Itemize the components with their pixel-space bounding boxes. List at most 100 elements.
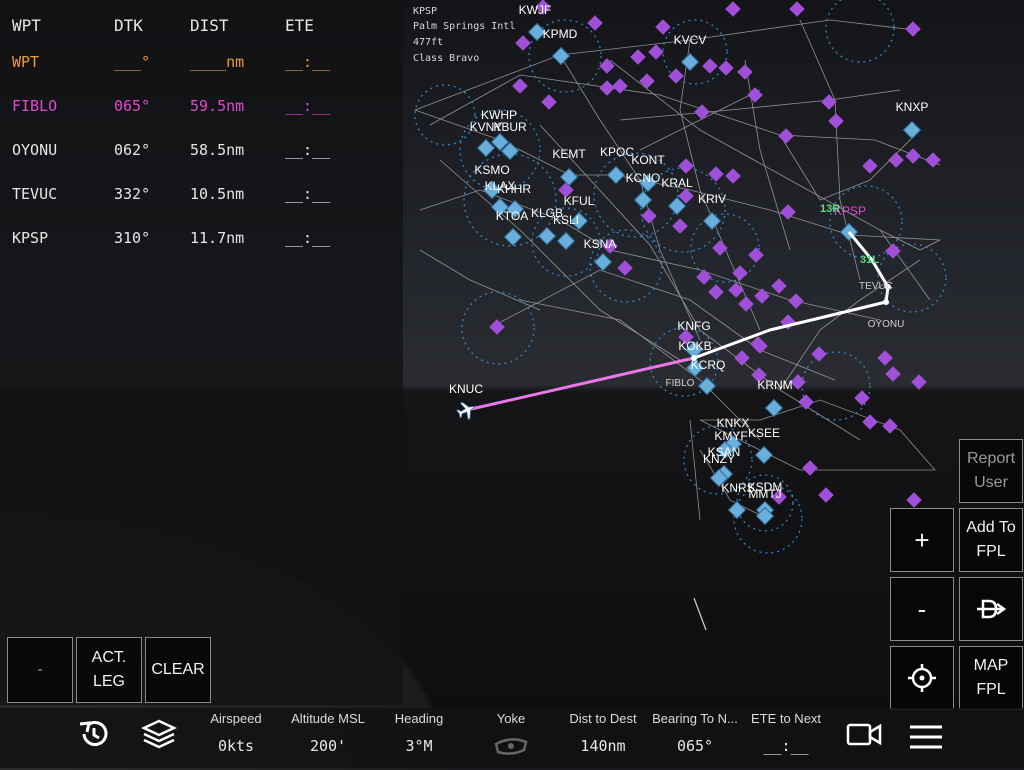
- remove-waypoint-button[interactable]: -: [7, 637, 73, 703]
- reset-icon[interactable]: [76, 716, 112, 752]
- navaid-marker[interactable]: [655, 19, 671, 35]
- navaid-marker[interactable]: [718, 60, 734, 76]
- navaid-marker[interactable]: [489, 319, 505, 335]
- navaid-marker[interactable]: [821, 94, 837, 110]
- navaid-marker[interactable]: [771, 278, 787, 294]
- heading-readout: Heading 3°M: [384, 708, 454, 768]
- navaid-marker[interactable]: [854, 390, 870, 406]
- layers-icon[interactable]: [140, 716, 178, 752]
- airport-marker[interactable]: [764, 398, 784, 418]
- yoke-button[interactable]: Yoke: [478, 708, 544, 768]
- airport-label: KRNM: [757, 378, 792, 392]
- menu-icon[interactable]: [908, 723, 944, 751]
- activate-leg-button[interactable]: ACT. LEG: [76, 637, 142, 703]
- navaid-marker[interactable]: [694, 104, 710, 120]
- airport-label: KCNO: [626, 171, 661, 185]
- airport-marker[interactable]: [551, 46, 571, 66]
- aircraft-label: KNUC: [449, 382, 483, 396]
- direct-to-button[interactable]: [959, 577, 1023, 641]
- row-dtk: 062°: [114, 141, 151, 159]
- navaid-marker[interactable]: [818, 487, 834, 503]
- airport-marker[interactable]: [606, 165, 626, 185]
- dist-to-dest-readout: Dist to Dest 140nm: [563, 708, 643, 768]
- altitude-value: 200': [309, 737, 347, 755]
- navaid-marker[interactable]: [789, 1, 805, 17]
- oyonu-waypoint-marker[interactable]: [883, 299, 889, 305]
- airport-marker[interactable]: [503, 227, 523, 247]
- dist-label: Dist to Dest: [569, 711, 637, 726]
- navaid-marker[interactable]: [754, 288, 770, 304]
- clear-button[interactable]: CLEAR: [145, 637, 211, 703]
- navaid-marker[interactable]: [748, 247, 764, 263]
- navaid-marker[interactable]: [778, 128, 794, 144]
- navaid-marker[interactable]: [512, 78, 528, 94]
- airport-marker[interactable]: [559, 167, 579, 187]
- navaid-marker[interactable]: [828, 113, 844, 129]
- airport-marker[interactable]: [680, 52, 700, 72]
- navaid-marker[interactable]: [802, 460, 818, 476]
- airport-marker[interactable]: [537, 226, 557, 246]
- flight-plan-row[interactable]: TEVUC 332° 10.5nm __:__: [0, 173, 403, 217]
- airport-marker[interactable]: [633, 190, 653, 210]
- navaid-marker[interactable]: [630, 49, 646, 65]
- navaid-marker[interactable]: [641, 208, 657, 224]
- navaid-marker[interactable]: [911, 374, 927, 390]
- navaid-marker[interactable]: [668, 68, 684, 84]
- flight-plan-row[interactable]: KPSP 310° 11.7nm __:__: [0, 217, 403, 261]
- map-fpl-button[interactable]: MAP FPL: [959, 646, 1023, 710]
- navaid-marker[interactable]: [788, 293, 804, 309]
- navaid-marker[interactable]: [885, 366, 901, 382]
- navaid-marker[interactable]: [612, 78, 628, 94]
- navaid-marker[interactable]: [515, 35, 531, 51]
- navaid-marker[interactable]: [702, 58, 718, 74]
- navaid-marker[interactable]: [708, 284, 724, 300]
- flight-plan-row[interactable]: OYONU 062° 58.5nm __:__: [0, 129, 403, 173]
- navaid-marker[interactable]: [798, 394, 814, 410]
- dist-value: 140nm: [580, 737, 626, 755]
- airport-label: KVCV: [674, 33, 707, 47]
- center-map-button[interactable]: [890, 646, 954, 710]
- navaid-marker[interactable]: [672, 218, 688, 234]
- navaid-marker[interactable]: [639, 73, 655, 89]
- airport-marker[interactable]: [702, 211, 722, 231]
- navaid-marker[interactable]: [712, 240, 728, 256]
- navaid-marker[interactable]: [737, 64, 753, 80]
- navaid-marker[interactable]: [587, 15, 603, 31]
- zoom-out-button[interactable]: -: [890, 577, 954, 641]
- report-user-button[interactable]: Report User: [959, 439, 1023, 503]
- airport-marker[interactable]: [593, 252, 613, 272]
- navaid-marker[interactable]: [811, 346, 827, 362]
- add-to-fpl-button[interactable]: Add To FPL: [959, 508, 1023, 572]
- navaid-marker[interactable]: [696, 269, 712, 285]
- airport-label: KRIV: [698, 192, 726, 206]
- navaid-marker[interactable]: [648, 44, 664, 60]
- navaid-marker[interactable]: [906, 492, 922, 508]
- navaid-marker[interactable]: [599, 58, 615, 74]
- navaid-marker[interactable]: [734, 350, 750, 366]
- navaid-marker[interactable]: [877, 350, 893, 366]
- flight-plan-row-active[interactable]: FIBLO 065° 59.5nm __:__: [0, 85, 403, 129]
- navaid-marker[interactable]: [905, 21, 921, 37]
- direct-to-icon: [977, 599, 1007, 619]
- navaid-marker[interactable]: [882, 418, 898, 434]
- airport-marker[interactable]: [902, 120, 922, 140]
- navaid-marker[interactable]: [862, 158, 878, 174]
- navaid-marker[interactable]: [708, 166, 724, 182]
- navaid-marker[interactable]: [888, 152, 904, 168]
- flight-plan-row[interactable]: WPT ___° ____nm __:__: [0, 41, 403, 85]
- navaid-marker[interactable]: [599, 80, 615, 96]
- navaid-marker[interactable]: [732, 265, 748, 281]
- navaid-marker[interactable]: [725, 168, 741, 184]
- navaid-marker[interactable]: [678, 158, 694, 174]
- airspeed-label: Airspeed: [210, 711, 262, 726]
- airport-marker[interactable]: [556, 231, 576, 251]
- navaid-marker[interactable]: [728, 282, 744, 298]
- navaid-marker[interactable]: [617, 260, 633, 276]
- airport-marker[interactable]: [727, 500, 747, 520]
- navaid-marker[interactable]: [905, 148, 921, 164]
- camera-icon[interactable]: [846, 722, 882, 748]
- navaid-marker[interactable]: [541, 94, 557, 110]
- zoom-in-button[interactable]: +: [890, 508, 954, 572]
- navaid-marker[interactable]: [725, 1, 741, 17]
- navaid-marker[interactable]: [925, 152, 941, 168]
